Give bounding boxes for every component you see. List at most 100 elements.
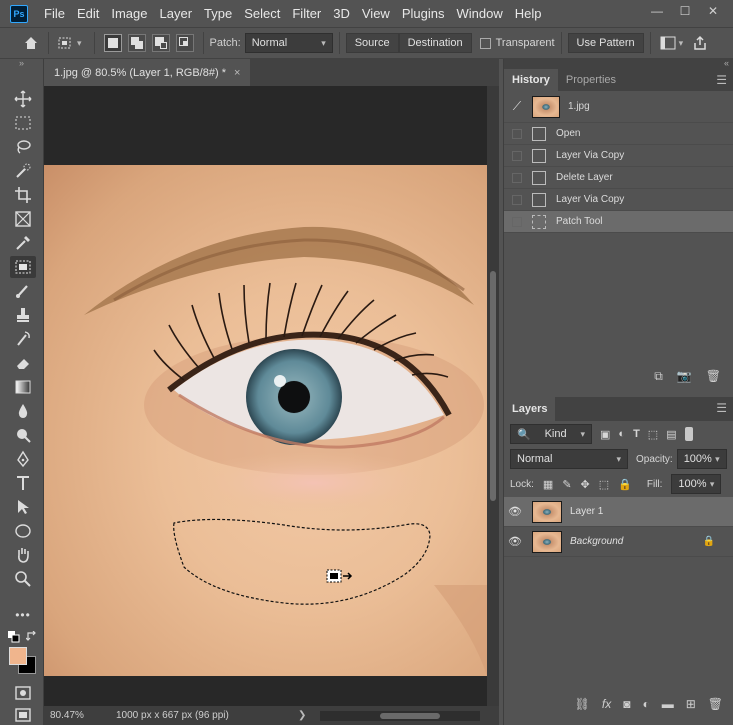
close-button[interactable]: ✕ [701,2,725,20]
lasso-tool-icon[interactable] [10,136,36,158]
use-pattern-button[interactable]: Use Pattern [567,33,644,53]
menu-edit[interactable]: Edit [71,6,105,21]
panel-grip[interactable]: « [504,59,733,69]
document-tab[interactable]: 1.jpg @ 80.5% (Layer 1, RGB/8#) * × [44,59,251,86]
chevron-down-icon[interactable]: ▾ [77,38,82,49]
chevron-down-icon[interactable]: ▾ [679,38,684,49]
image-filter-icon[interactable]: ▣ [600,428,610,441]
menu-plugins[interactable]: Plugins [396,6,451,21]
trash-icon[interactable]: 🗑 [706,369,721,383]
blend-mode-select[interactable]: Normal ▾ [510,449,628,469]
minimize-button[interactable]: — [645,2,669,20]
pen-tool-icon[interactable] [10,448,36,470]
layer-style-fx-icon[interactable]: fx [602,697,611,711]
opacity-field[interactable]: 100% ▾ [676,449,727,469]
snapshot-camera-icon[interactable]: 📷 [677,369,692,383]
eyedropper-tool-icon[interactable] [10,232,36,254]
type-filter-icon[interactable]: T [633,428,640,440]
menu-file[interactable]: File [38,6,71,21]
quick-mask-icon[interactable] [10,682,36,704]
share-icon[interactable] [689,32,711,54]
history-checkbox[interactable] [512,128,522,139]
crop-tool-icon[interactable] [10,184,36,206]
more-tools-icon[interactable]: ••• [10,604,36,626]
eye-visibility-icon[interactable]: 👁 [504,505,526,518]
path-selection-tool-icon[interactable] [10,496,36,518]
adjustment-filter-icon[interactable]: ◐ [618,428,625,440]
adjustment-layer-icon[interactable]: ◐ [642,697,649,711]
history-item[interactable]: Layer Via Copy [504,145,733,167]
new-group-folder-icon[interactable]: ▬ [662,697,674,711]
patch-tool-icon[interactable] [10,256,36,278]
dodge-tool-icon[interactable] [10,424,36,446]
horizontal-scrollbar[interactable] [320,710,481,721]
status-arrow-icon[interactable]: ❯ [298,710,306,721]
menu-help[interactable]: Help [509,6,548,21]
layer-name[interactable]: Layer 1 [570,506,603,517]
history-item[interactable]: Open [504,123,733,145]
zoom-tool-icon[interactable] [10,568,36,590]
layer-name[interactable]: Background [570,536,623,547]
quick-selection-tool-icon[interactable] [10,160,36,182]
hand-tool-icon[interactable] [10,544,36,566]
move-tool-icon[interactable] [10,88,36,110]
panel-menu-icon[interactable]: ☰ [716,73,727,87]
scrollbar-thumb[interactable] [380,712,441,719]
default-colors-icon[interactable] [8,631,20,646]
history-item-selected[interactable]: Patch Tool [504,211,733,233]
zoom-level[interactable]: 80.47% [50,710,106,721]
menu-filter[interactable]: Filter [286,6,327,21]
menu-window[interactable]: Window [450,6,508,21]
patch-mode-select[interactable]: Normal ▾ [244,33,333,53]
menu-type[interactable]: Type [198,6,238,21]
panel-menu-icon[interactable]: ☰ [716,401,727,415]
clone-stamp-tool-icon[interactable] [10,304,36,326]
layer-filter-kind-select[interactable]: 🔍 Kind ▾ [510,424,592,444]
marquee-tool-icon[interactable] [10,112,36,134]
maximize-button[interactable]: ☐ [673,2,697,20]
history-item[interactable]: Layer Via Copy [504,189,733,211]
lock-icon[interactable]: 🔒 [703,536,715,547]
add-to-selection-button[interactable] [127,34,146,52]
lock-all-icon[interactable]: 🔒 [618,478,632,491]
close-tab-icon[interactable]: × [234,67,240,79]
smart-object-filter-icon[interactable]: ▤ [666,428,676,441]
canvas-vertical-scrollbar[interactable] [487,86,499,706]
tab-layers[interactable]: Layers [504,397,556,421]
panel-grip[interactable]: » [0,59,43,69]
foreground-color-swatch[interactable] [9,647,27,665]
history-checkbox[interactable] [512,194,522,205]
home-icon[interactable] [20,32,42,54]
history-brush-source-icon[interactable]: ⟋ [504,99,530,114]
menu-select[interactable]: Select [238,6,286,21]
layer-row[interactable]: 👁 Background 🔒 [504,527,733,557]
brush-tool-icon[interactable] [10,280,36,302]
layer-thumbnail[interactable] [532,530,562,553]
new-selection-button[interactable] [103,34,122,52]
blur-tool-icon[interactable] [10,400,36,422]
eye-photo[interactable] [44,165,487,676]
menu-3d[interactable]: 3D [327,6,356,21]
frame-tool-icon[interactable] [10,208,36,230]
gradient-tool-icon[interactable] [10,376,36,398]
tab-properties[interactable]: Properties [558,69,624,91]
layer-thumbnail[interactable] [532,500,562,523]
new-layer-icon[interactable]: ⊞ [686,697,696,711]
eye-visibility-icon[interactable]: 👁 [504,535,526,548]
canvas-area[interactable] [44,86,487,706]
ellipse-tool-icon[interactable] [10,520,36,542]
history-checkbox[interactable] [512,216,522,227]
swap-colors-icon[interactable] [25,630,38,646]
layer-row[interactable]: 👁 Layer 1 [504,497,733,527]
history-brush-tool-icon[interactable] [10,328,36,350]
shape-filter-icon[interactable]: ⬚ [648,428,658,441]
destination-button[interactable]: Destination [398,33,472,53]
app-logo[interactable]: Ps [10,4,28,23]
source-button[interactable]: Source [345,33,399,53]
transparent-option[interactable]: Transparent [479,37,555,49]
workspace-icon[interactable] [657,32,679,54]
tab-history[interactable]: History [504,69,558,91]
subtract-from-selection-button[interactable] [151,34,170,52]
history-checkbox[interactable] [512,172,522,183]
scrollbar-thumb[interactable] [490,271,496,501]
